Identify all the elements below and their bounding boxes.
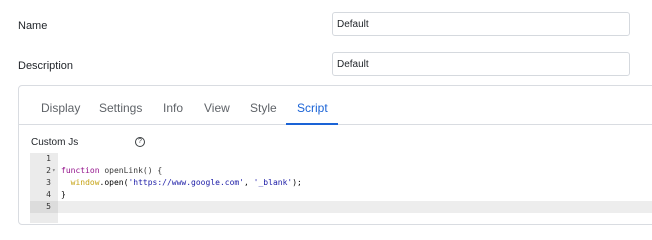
active-tab-indicator <box>286 123 338 125</box>
code-line: 1 <box>30 153 652 165</box>
tab-bar: Display Settings Info View Style Script <box>19 86 652 125</box>
tab-view[interactable]: View <box>204 101 230 115</box>
settings-panel: Display Settings Info View Style Script … <box>18 85 652 225</box>
question-circle-icon[interactable]: ? <box>135 137 145 147</box>
code-line-active: 5 <box>30 201 652 213</box>
tab-style[interactable]: Style <box>250 101 277 115</box>
code-keyword: function <box>61 166 100 175</box>
code-line: 2 ▾ function openLink() { <box>30 165 652 177</box>
tab-display[interactable]: Display <box>41 101 80 115</box>
code-string: 'https://www.google.com' <box>128 178 245 187</box>
code-text: ); <box>292 178 302 187</box>
description-label: Description <box>18 60 74 72</box>
custom-js-label: Custom Js <box>31 137 79 148</box>
fold-arrow-icon[interactable]: ▾ <box>52 165 56 177</box>
line-number: 2 <box>46 166 51 175</box>
line-number: 1 <box>46 154 51 163</box>
code-line: 3 window.open('https://www.google.com', … <box>30 177 652 189</box>
code-text: openLink() { <box>99 166 163 175</box>
tab-info[interactable]: Info <box>163 101 183 115</box>
code-object: window <box>61 178 100 187</box>
description-input[interactable] <box>332 52 630 76</box>
line-number: 3 <box>46 178 51 187</box>
code-text: } <box>61 190 66 199</box>
line-number: 4 <box>46 190 51 199</box>
name-label: Name <box>18 20 48 32</box>
code-text: , <box>244 178 254 187</box>
code-string: '_blank' <box>253 178 293 187</box>
code-editor[interactable]: 1 2 ▾ function openLink() { 3 window.ope… <box>30 153 652 223</box>
name-input[interactable] <box>332 12 630 36</box>
line-number: 5 <box>30 201 51 213</box>
tab-script[interactable]: Script <box>297 101 328 115</box>
tab-settings[interactable]: Settings <box>99 101 142 115</box>
code-text: .open( <box>99 178 129 187</box>
code-line: 4 } <box>30 189 652 201</box>
